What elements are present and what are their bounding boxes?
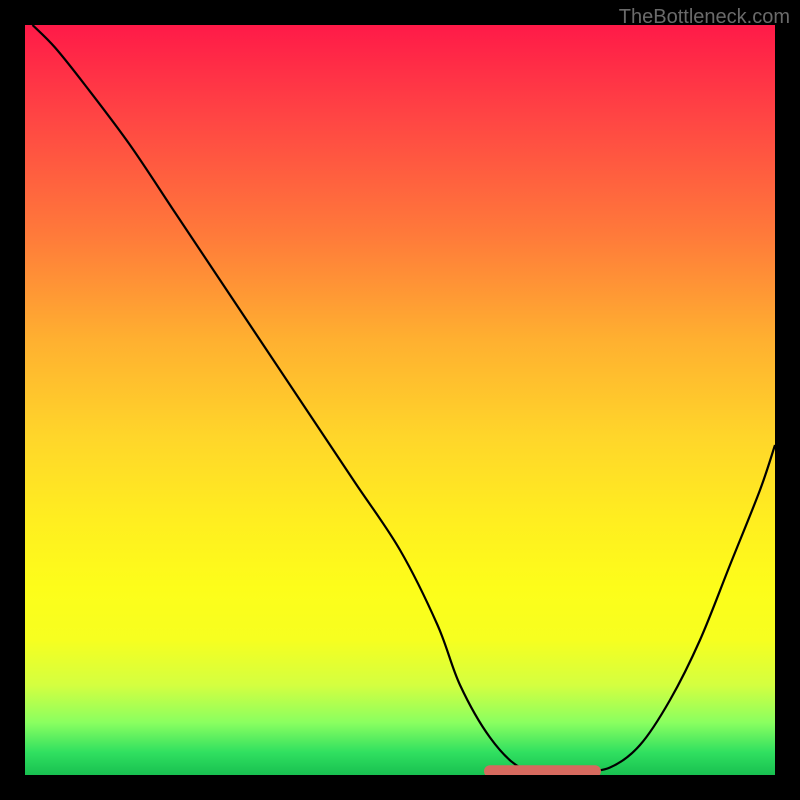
chart-svg	[25, 25, 775, 775]
watermark-text: TheBottleneck.com	[619, 6, 790, 29]
chart-plot-area	[25, 25, 775, 775]
bottleneck-curve	[33, 25, 776, 772]
